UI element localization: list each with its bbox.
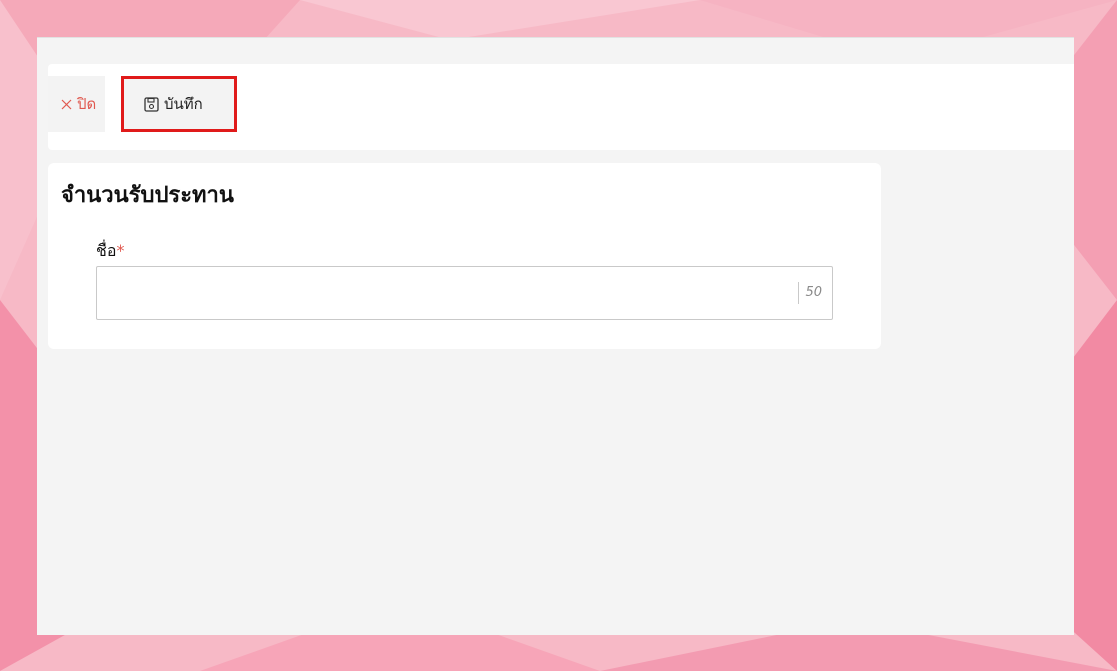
char-limit-counter: 50 bbox=[798, 282, 822, 304]
app-window: ปิด บันทึก จำนวนรับประทาน ชื่อ* 50 bbox=[37, 37, 1074, 635]
toolbar: ปิด บันทึก bbox=[48, 64, 1074, 150]
name-input[interactable] bbox=[97, 267, 797, 317]
name-label-text: ชื่อ bbox=[96, 241, 117, 260]
save-icon bbox=[144, 96, 159, 112]
form-title: จำนวนรับประทาน bbox=[61, 183, 234, 208]
close-icon bbox=[61, 99, 72, 110]
name-field[interactable]: 50 bbox=[96, 266, 833, 320]
name-field-label: ชื่อ* bbox=[96, 239, 124, 264]
save-button-label: บันทึก bbox=[164, 95, 203, 113]
form-card: จำนวนรับประทาน ชื่อ* 50 bbox=[48, 163, 881, 349]
close-button-label: ปิด bbox=[77, 95, 97, 113]
close-button[interactable]: ปิด bbox=[48, 76, 105, 132]
save-button[interactable]: บันทึก bbox=[121, 76, 237, 132]
required-marker: * bbox=[116, 241, 125, 260]
